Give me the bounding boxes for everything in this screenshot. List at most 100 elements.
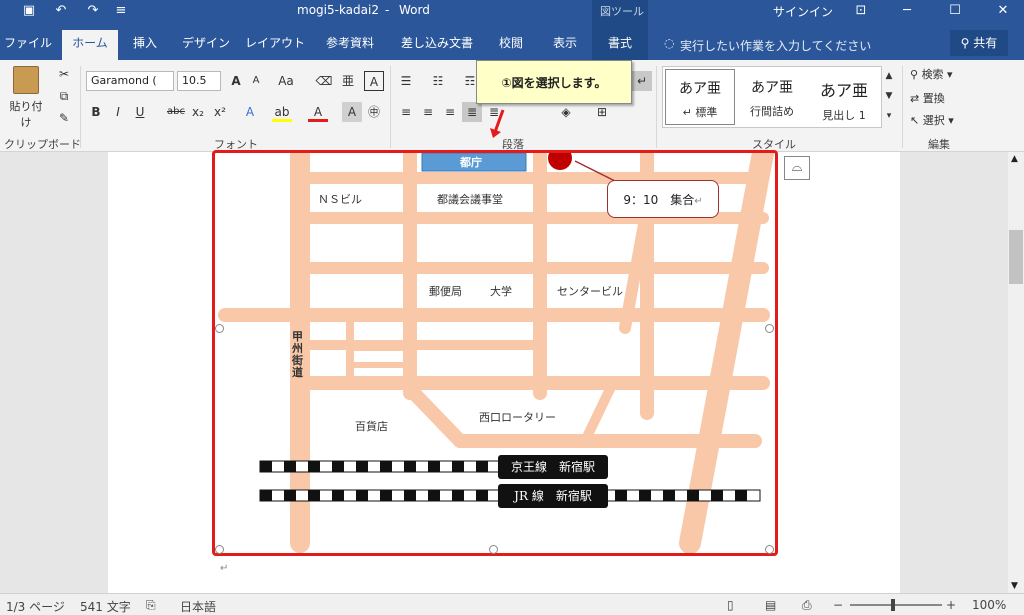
gallery-more-icon[interactable]: ▾ — [882, 106, 896, 126]
char-shading-icon[interactable]: A — [342, 102, 362, 122]
tab-layout[interactable]: レイアウト — [244, 30, 306, 56]
italic-icon[interactable]: I — [108, 102, 128, 122]
minimize-icon[interactable]: ─ — [898, 2, 916, 20]
redo-icon[interactable]: ↷ — [84, 2, 102, 20]
scroll-down-icon[interactable]: ▼ — [1011, 581, 1018, 591]
keio-station-label: 京王線 新宿駅 — [498, 455, 608, 479]
close-icon[interactable]: ✕ — [994, 2, 1012, 20]
superscript-icon[interactable]: x² — [210, 102, 230, 122]
print-layout-icon[interactable]: ▤ — [765, 598, 776, 612]
layout-options-icon[interactable]: ⌓ — [784, 156, 810, 180]
styles-gallery[interactable]: あア亜 ↵ 標準 あア亜 行間詰め あア亜 見出し 1 — [662, 66, 882, 128]
language[interactable]: 日本語 — [180, 598, 216, 615]
tab-file[interactable]: ファイル — [4, 30, 52, 56]
divider — [656, 66, 657, 148]
tab-home[interactable]: ホーム — [62, 30, 118, 60]
tab-mailings[interactable]: 差し込み文書 — [396, 30, 478, 56]
context-group-label: 図ツール — [600, 5, 644, 18]
show-marks-icon[interactable]: ↵ — [632, 71, 652, 91]
customize-qat-icon[interactable]: ≡ — [112, 2, 130, 20]
borders-icon[interactable]: ⊞ — [592, 102, 612, 122]
undo-icon[interactable]: ↶ — [52, 2, 70, 20]
zoom-slider-thumb[interactable] — [891, 599, 895, 611]
format-painter-icon[interactable]: ✎ — [54, 108, 74, 128]
copy-icon[interactable]: ⧉ — [54, 86, 74, 106]
maximize-icon[interactable]: ☐ — [946, 2, 964, 20]
style-no-spacing[interactable]: あア亜 行間詰め — [737, 69, 807, 125]
ns-building-label: ＮＳビル — [318, 193, 362, 206]
underline-icon[interactable]: U — [130, 102, 150, 122]
divider — [902, 66, 903, 148]
find-button[interactable]: ⚲ 検索 ▾ — [910, 66, 953, 82]
shading-icon[interactable]: ◈ — [556, 102, 576, 122]
resize-handle[interactable] — [765, 545, 774, 554]
assembly-label: 都議会議事堂 — [437, 193, 503, 206]
person-icon: ⚲ — [960, 36, 970, 50]
align-center-icon[interactable]: ≡ — [418, 102, 438, 122]
char-border-icon[interactable]: A — [364, 71, 384, 91]
signin-link[interactable]: サインイン — [773, 3, 833, 20]
resize-handle[interactable] — [765, 324, 774, 333]
zoom-level[interactable]: 100% — [972, 598, 1006, 612]
style-normal[interactable]: あア亜 ↵ 標準 — [665, 69, 735, 125]
resize-handle[interactable] — [489, 545, 498, 554]
document-title: mogi5-kadai2 — [297, 3, 379, 17]
zoom-in-icon[interactable]: + — [946, 598, 956, 612]
zoom-out-icon[interactable]: − — [833, 598, 843, 612]
select-button[interactable]: ↖ 選択 ▾ — [910, 112, 954, 128]
scroll-up-icon[interactable]: ▲ — [1011, 154, 1018, 164]
gallery-up-icon[interactable]: ▲ — [882, 66, 896, 86]
department-store-label: 百貨店 — [355, 420, 388, 433]
style-heading-1[interactable]: あア亜 見出し 1 — [809, 69, 879, 125]
justify-icon[interactable]: ≣ — [462, 102, 482, 122]
gallery-down-icon[interactable]: ▼ — [882, 86, 896, 106]
resize-handle[interactable] — [215, 545, 224, 554]
proofing-icon[interactable]: ⎘ — [146, 598, 156, 613]
bullets-icon[interactable]: ☰ — [396, 71, 416, 91]
save-icon[interactable]: ▣ — [20, 2, 38, 20]
cut-icon[interactable]: ✂ — [54, 64, 74, 84]
resize-handle[interactable] — [215, 324, 224, 333]
tab-design[interactable]: デザイン — [178, 30, 234, 56]
clear-format-icon[interactable]: ⌫ — [314, 71, 334, 91]
numbering-icon[interactable]: ☷ — [428, 71, 448, 91]
tab-references[interactable]: 参考資料 — [318, 30, 382, 56]
phonetic-guide-icon[interactable]: 亜 — [338, 71, 358, 91]
zoom-slider[interactable] — [850, 604, 942, 606]
divider — [80, 66, 81, 148]
grow-font-icon[interactable]: A — [226, 71, 246, 91]
align-right-icon[interactable]: ≡ — [440, 102, 460, 122]
word-count[interactable]: 541 文字 — [80, 598, 131, 615]
tab-insert[interactable]: 挿入 — [124, 30, 166, 56]
page-count[interactable]: 1/3 ページ — [6, 598, 65, 615]
align-left-icon[interactable]: ≡ — [396, 102, 416, 122]
scroll-thumb[interactable] — [1009, 230, 1023, 284]
replace-button[interactable]: ⇄ 置換 — [910, 90, 945, 106]
meeting-time-callout[interactable]: 9：10 集合↵ — [607, 180, 719, 218]
highlight-icon[interactable]: ab — [272, 102, 292, 122]
web-layout-icon[interactable]: ⎙ — [802, 598, 812, 613]
strikethrough-icon[interactable]: abc — [166, 102, 186, 122]
read-mode-icon[interactable]: ▯ — [727, 598, 734, 612]
change-case-icon[interactable]: Aa — [276, 71, 296, 91]
vertical-scrollbar[interactable]: ▲ ▼ — [1008, 152, 1024, 593]
tab-view[interactable]: 表示 — [544, 30, 586, 56]
shrink-font-icon[interactable]: A — [246, 71, 266, 91]
instruction-callout: ①図を選択します。 — [476, 60, 632, 104]
bold-icon[interactable]: B — [86, 102, 106, 122]
paste-button[interactable]: 貼り付け — [6, 66, 46, 129]
replace-label: 置換 — [922, 92, 945, 105]
font-size-box[interactable]: 10.5 — [177, 71, 221, 91]
keio-rail — [259, 460, 501, 473]
title-bar: ▣ ↶ ↷ ≡ mogi5-kadai2 - Word 図ツール サインイン ⊡… — [0, 0, 1024, 22]
tab-format[interactable]: 書式 — [598, 30, 642, 56]
share-button[interactable]: ⚲ 共有 — [950, 30, 1008, 56]
ribbon-display-icon[interactable]: ⊡ — [852, 2, 870, 20]
tab-review[interactable]: 校閲 — [490, 30, 532, 56]
font-name-box[interactable]: Garamond ( — [86, 71, 174, 91]
enclose-char-icon[interactable]: ㊥ — [364, 102, 384, 122]
text-effects-icon[interactable]: A — [240, 102, 260, 122]
tell-me-input[interactable]: 実行したい作業を入力してください — [680, 37, 871, 54]
font-color-icon[interactable]: A — [308, 102, 328, 122]
subscript-icon[interactable]: x₂ — [188, 102, 208, 122]
